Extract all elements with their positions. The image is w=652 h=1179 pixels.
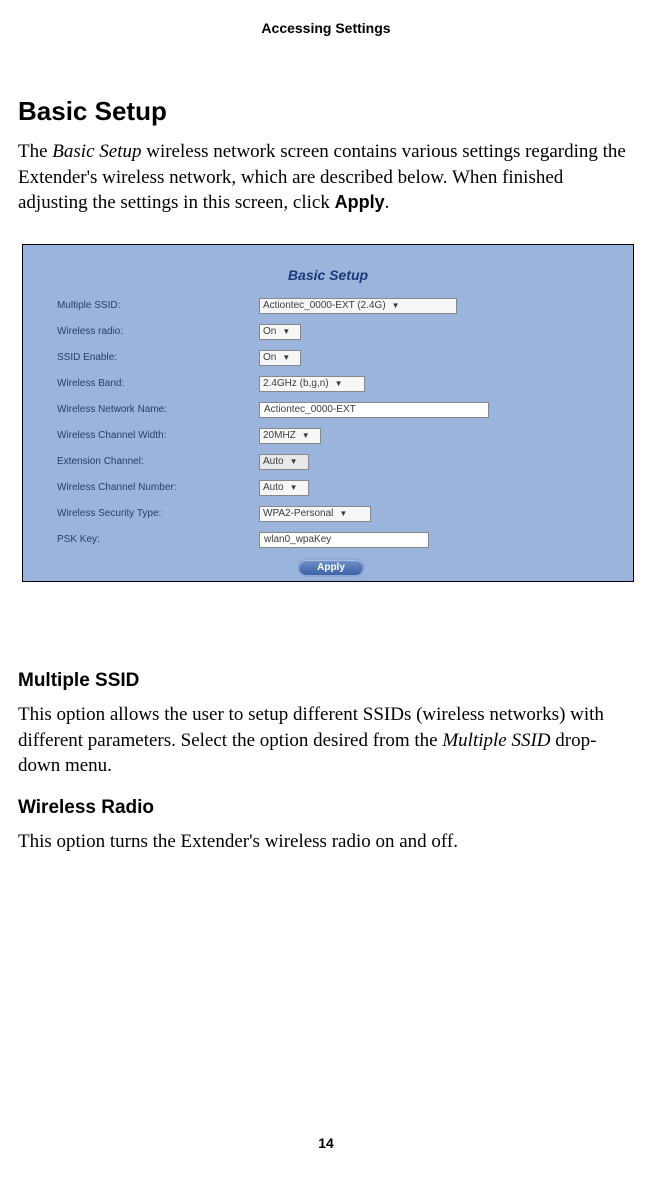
multiple-ssid-value: Actiontec_0000-EXT (2.4G) [263,300,386,311]
intro-italic: Basic Setup [52,141,141,162]
wireless-radio-label: Wireless radio: [57,326,259,337]
psk-key-input[interactable]: wlan0_wpaKey [259,532,429,548]
channel-number-label: Wireless Channel Number: [57,482,259,493]
wireless-radio-value: On [263,326,276,337]
network-name-value: Actiontec_0000-EXT [264,404,356,415]
channel-width-select[interactable]: 20MHZ ▼ [259,428,321,444]
chevron-down-icon: ▼ [282,328,290,336]
page-number: 14 [0,1135,652,1151]
security-type-select[interactable]: WPA2-Personal ▼ [259,506,371,522]
psk-key-value: wlan0_wpaKey [264,534,331,545]
wireless-band-value: 2.4GHz (b,g,n) [263,378,329,389]
chevron-down-icon: ▼ [339,510,347,518]
network-name-input[interactable]: Actiontec_0000-EXT [259,402,489,418]
chevron-down-icon: ▼ [282,354,290,362]
page-header: Accessing Settings [0,0,652,96]
channel-number-select[interactable]: Auto ▼ [259,480,309,496]
chevron-down-icon: ▼ [335,380,343,388]
ext-channel-select[interactable]: Auto ▼ [259,454,309,470]
ssid-enable-value: On [263,352,276,363]
intro-bold: Apply [335,192,385,212]
security-type-value: WPA2-Personal [263,508,333,519]
chevron-down-icon: ▼ [290,458,298,466]
chevron-down-icon: ▼ [290,484,298,492]
apply-button[interactable]: Apply [297,558,365,577]
wireless-radio-heading: Wireless Radio [18,797,634,819]
wireless-band-select[interactable]: 2.4GHz (b,g,n) ▼ [259,376,365,392]
security-type-label: Wireless Security Type: [57,508,259,519]
multiple-ssid-heading: Multiple SSID [18,670,634,692]
network-name-label: Wireless Network Name: [57,404,259,415]
ext-channel-label: Extension Channel: [57,456,259,467]
multiple-ssid-label: Multiple SSID: [57,300,259,311]
chevron-down-icon: ▼ [302,432,310,440]
intro-pre: The [18,141,52,162]
basic-setup-panel: Basic Setup Multiple SSID: Actiontec_000… [22,244,634,582]
channel-width-value: 20MHZ [263,430,296,441]
ssid-enable-select[interactable]: On ▼ [259,350,301,366]
wireless-band-label: Wireless Band: [57,378,259,389]
channel-width-label: Wireless Channel Width: [57,430,259,441]
chevron-down-icon: ▼ [392,302,400,310]
panel-title: Basic Setup [23,245,633,297]
channel-number-value: Auto [263,482,284,493]
intro-post: . [385,192,390,213]
wireless-radio-text: This option turns the Extender's wireles… [18,829,634,855]
intro-paragraph: The Basic Setup wireless network screen … [18,139,634,216]
multiple-ssid-text: This option allows the user to setup dif… [18,702,634,779]
section-title: Basic Setup [18,96,634,127]
ext-channel-value: Auto [263,456,284,467]
mssid-text-italic: Multiple SSID [442,730,550,751]
ssid-enable-label: SSID Enable: [57,352,259,363]
wireless-radio-select[interactable]: On ▼ [259,324,301,340]
psk-key-label: PSK Key: [57,534,259,545]
multiple-ssid-select[interactable]: Actiontec_0000-EXT (2.4G) ▼ [259,298,457,314]
